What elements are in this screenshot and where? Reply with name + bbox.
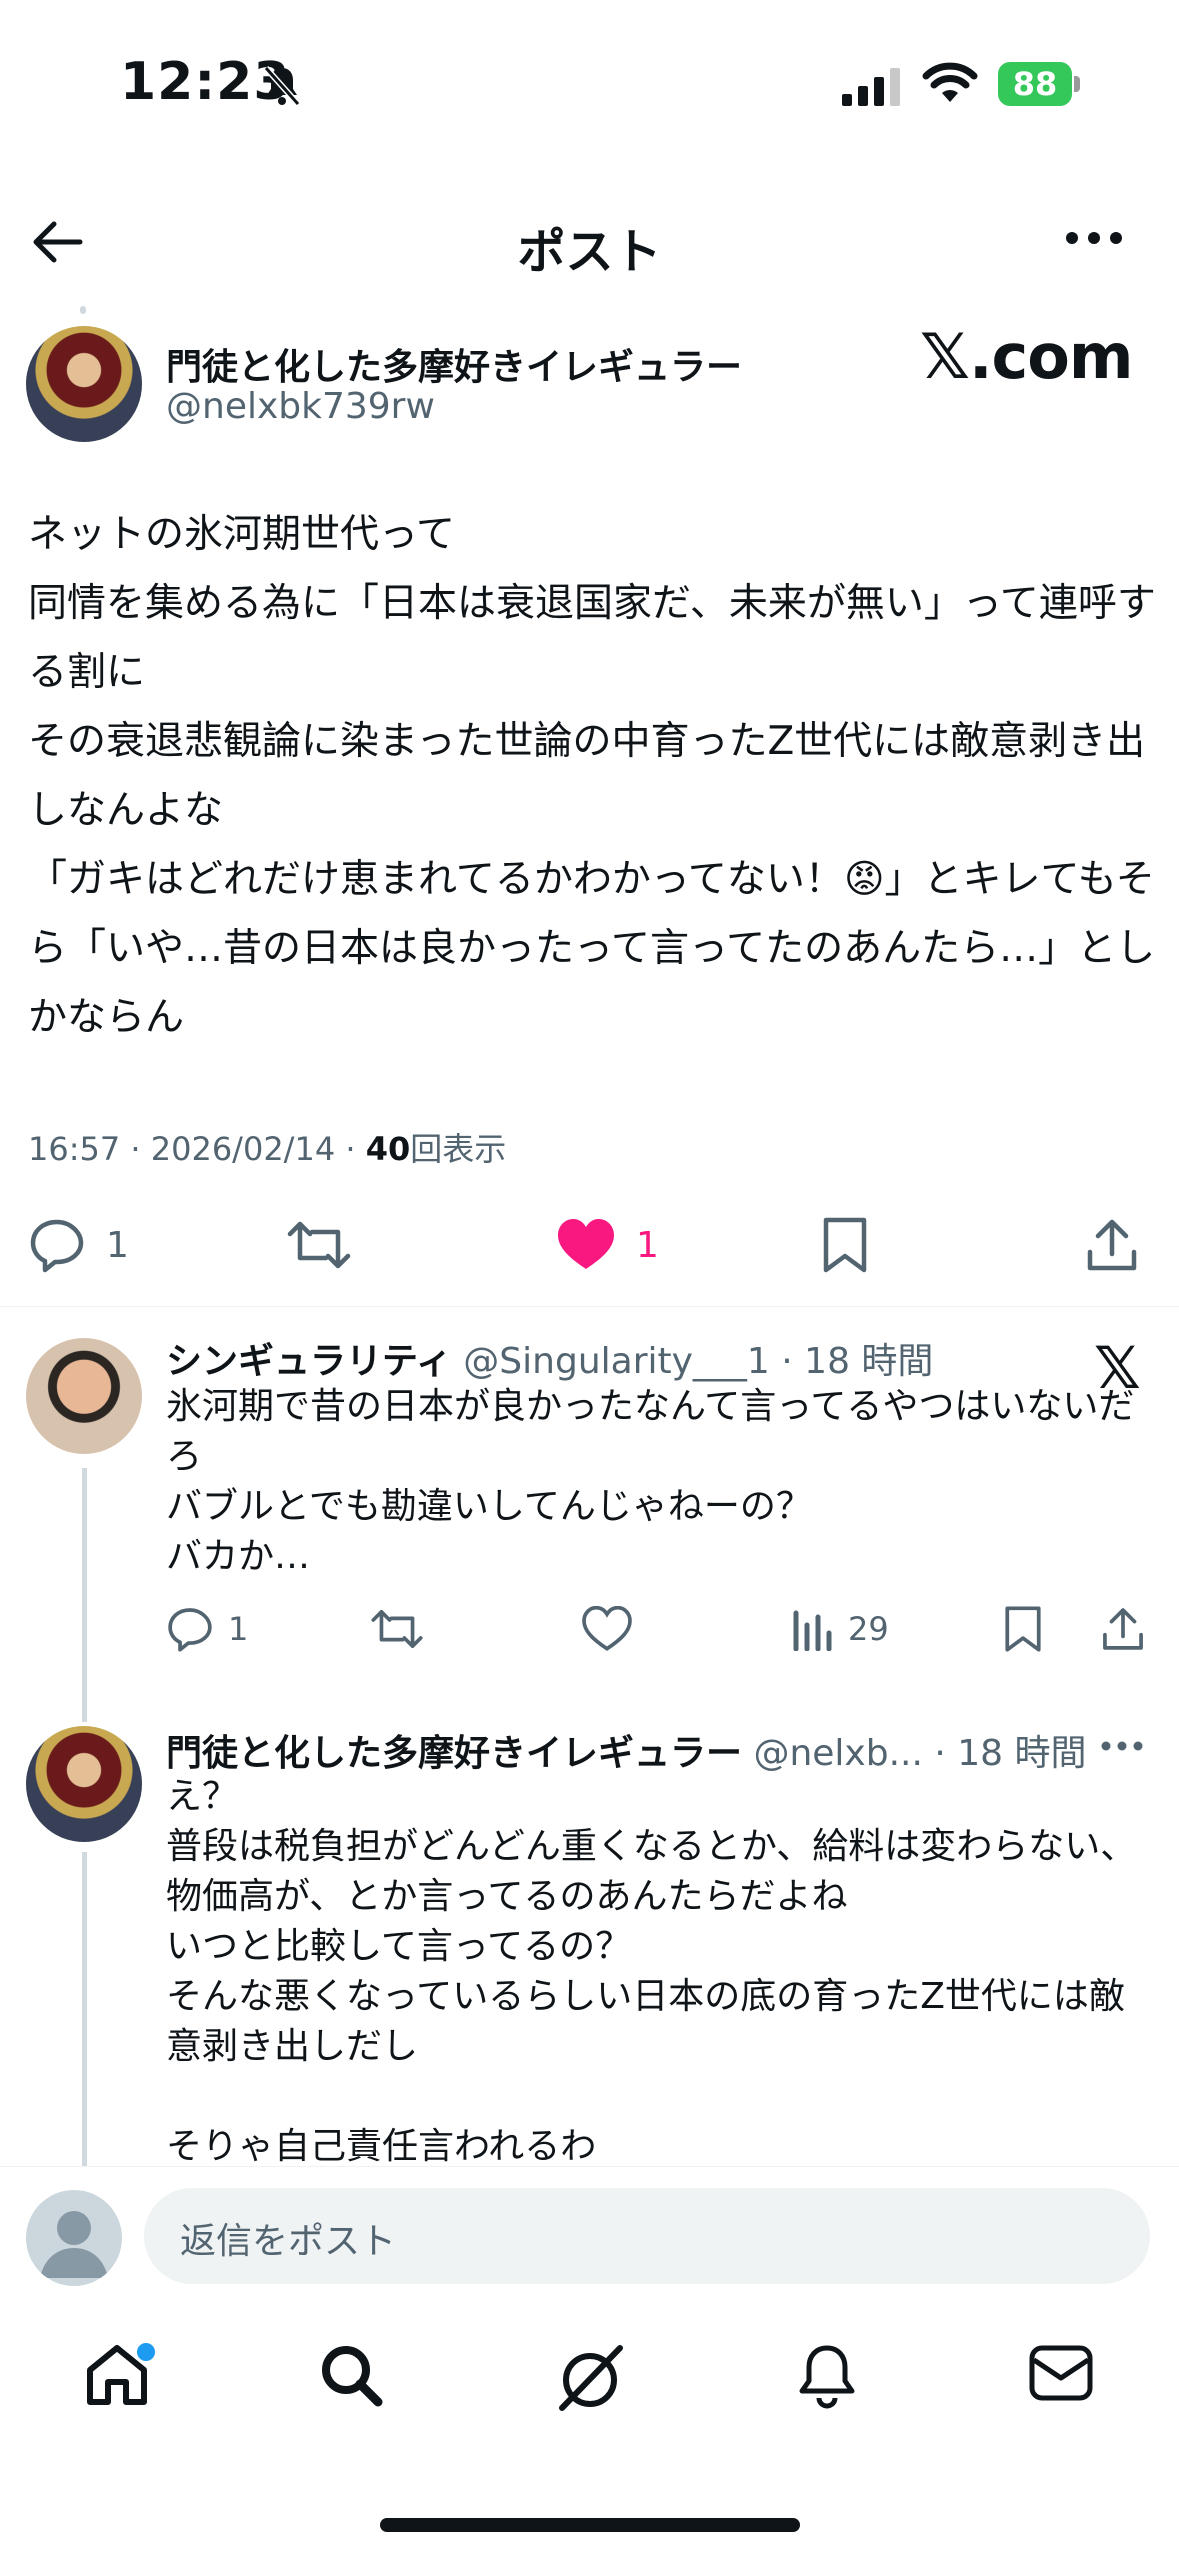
reply-share-button[interactable] <box>1100 1594 1146 1664</box>
post-timestamp: 16:57 · 2026/02/14 · <box>28 1130 366 1168</box>
analytics-icon <box>793 1610 832 1651</box>
like-count: 1 <box>636 1224 659 1266</box>
view-count: 40 <box>365 1130 411 1168</box>
reply-header: 門徒と化した多摩好きイレギュラー @nelxb... · 18 時間 <box>166 1724 1087 1776</box>
post-body: ネットの氷河期世代って 同情を集める為に「日本は衰退国家だ、未来が無い」って連呼… <box>28 512 1156 1040</box>
thread-line <box>82 1852 87 2166</box>
bell-icon[interactable] <box>796 2342 858 2410</box>
share-icon <box>1087 1219 1137 1271</box>
reply-time: · 18 時間 <box>922 1733 1087 1774</box>
notification-dot <box>134 2340 158 2364</box>
my-avatar[interactable] <box>26 2190 122 2286</box>
reply-input-placeholder: 返信をポスト <box>180 2221 397 2262</box>
reply-button[interactable]: 1 <box>28 1205 129 1285</box>
bookmark-button[interactable] <box>820 1205 870 1285</box>
reply-body: 氷河期で昔の日本が良かったなんて言ってるやつはいないだろ バブルとでも勘違いして… <box>166 1386 1135 1577</box>
battery-indicator: 88 <box>998 62 1072 106</box>
reply-like-button[interactable] <box>582 1594 632 1664</box>
reply-repost-button[interactable] <box>370 1594 424 1664</box>
share-icon <box>1103 1608 1143 1650</box>
reply-more-icon[interactable] <box>1100 1740 1144 1752</box>
reply-bookmark-button[interactable] <box>1002 1594 1044 1664</box>
share-button[interactable] <box>1084 1205 1140 1285</box>
silent-bell-icon <box>262 64 302 108</box>
reply-views-button[interactable]: 29 <box>792 1594 889 1664</box>
grok-icon[interactable] <box>554 2342 626 2414</box>
reply-actions: 1 29 <box>166 1594 1166 1664</box>
reply-author-name[interactable]: シンギュラリティ <box>166 1341 452 1382</box>
reply-author-handle[interactable]: @Singularity___1 <box>463 1341 770 1382</box>
x-com-watermark: 𝕏.com <box>920 320 1133 393</box>
views-label[interactable]: 回表示 <box>410 1130 506 1168</box>
thread-connector <box>80 306 86 314</box>
reply-count: 1 <box>106 1224 129 1266</box>
repost-icon <box>371 1609 423 1649</box>
reply-avatar[interactable] <box>26 1338 142 1454</box>
reply-reply-count: 1 <box>228 1610 249 1648</box>
author-avatar[interactable] <box>26 326 142 442</box>
thread-line <box>82 1468 87 1722</box>
like-button[interactable]: 1 <box>556 1205 659 1285</box>
heart-icon <box>582 1606 632 1651</box>
page-title: ポスト <box>517 224 662 280</box>
cellular-signal-icon <box>842 68 902 106</box>
reply-icon <box>168 1608 212 1652</box>
author-handle[interactable]: @nelxbk739rw <box>166 386 435 427</box>
section-divider <box>0 1306 1179 1307</box>
reply-author-name[interactable]: 門徒と化した多摩好きイレギュラー <box>166 1733 742 1774</box>
reply-view-count: 29 <box>848 1610 889 1648</box>
search-icon[interactable] <box>318 2342 384 2408</box>
reply-icon <box>30 1219 84 1273</box>
repost-button[interactable] <box>286 1205 352 1285</box>
bookmark-icon <box>823 1217 867 1273</box>
default-avatar-icon <box>40 2211 108 2278</box>
reply-time: · 18 時間 <box>769 1341 934 1382</box>
battery-cap <box>1074 76 1080 92</box>
home-indicator[interactable] <box>380 2518 800 2532</box>
reply-avatar[interactable] <box>26 1726 142 1842</box>
reply-reply-button[interactable]: 1 <box>166 1594 248 1664</box>
reply-header: シンギュラリティ @Singularity___1 · 18 時間 <box>166 1332 933 1384</box>
post-actions: 1 1 <box>0 1205 1179 1285</box>
repost-icon <box>287 1221 351 1269</box>
reply-body: え？ 普段は税負担がどんどん重くなるとか、給料は変わらない、物価高が、とか言って… <box>166 1776 1137 2162</box>
heart-filled-icon <box>558 1219 614 1269</box>
mail-icon[interactable] <box>1028 2342 1094 2404</box>
post-meta: 16:57 · 2026/02/14 · 40回表示 <box>28 1124 506 1170</box>
author-name[interactable]: 門徒と化した多摩好きイレギュラー <box>166 338 742 390</box>
wifi-icon <box>922 62 978 106</box>
reply-author-handle[interactable]: @nelxb... <box>753 1733 922 1774</box>
more-options-icon[interactable] <box>1064 230 1124 246</box>
bookmark-icon <box>1005 1606 1041 1652</box>
